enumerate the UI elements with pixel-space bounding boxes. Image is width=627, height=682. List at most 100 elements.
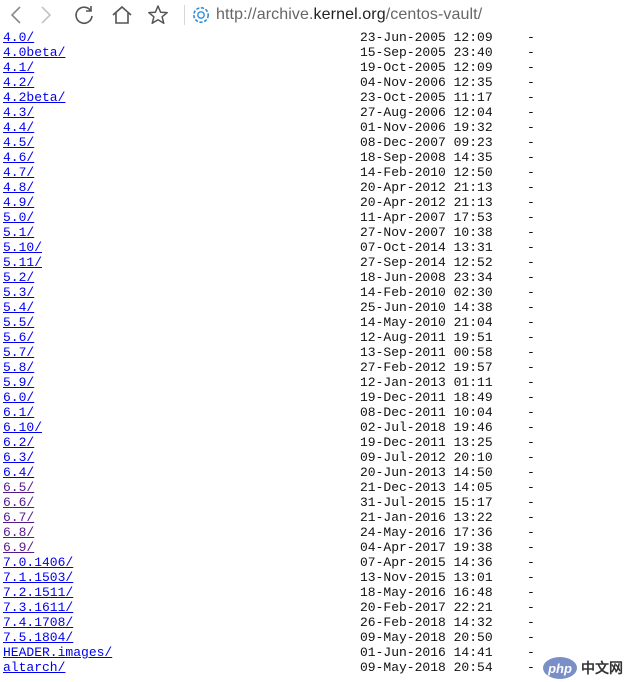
directory-link[interactable]: 4.0/ [3, 30, 34, 45]
directory-link[interactable]: HEADER.images/ [3, 645, 112, 660]
refresh-icon[interactable] [71, 2, 97, 28]
url-protocol: http://archive. [216, 6, 314, 23]
directory-link[interactable]: 7.0.1406/ [3, 555, 73, 570]
modified-date: 01-Jun-2016 14:41 [360, 645, 493, 660]
listing-row: 5.1/27-Nov-2007 10:38 - [0, 225, 627, 240]
directory-link[interactable]: 5.5/ [3, 315, 34, 330]
directory-link[interactable]: 5.7/ [3, 345, 34, 360]
directory-link[interactable]: 4.9/ [3, 195, 34, 210]
star-icon[interactable] [145, 2, 171, 28]
modified-date: 20-Jun-2013 14:50 [360, 465, 493, 480]
directory-link[interactable]: 6.3/ [3, 450, 34, 465]
directory-link[interactable]: 6.0/ [3, 390, 34, 405]
directory-link[interactable]: 5.11/ [3, 255, 42, 270]
file-size: - [527, 180, 535, 195]
directory-link[interactable]: 5.4/ [3, 300, 34, 315]
toolbar-divider [184, 5, 185, 25]
modified-date: 27-Feb-2012 19:57 [360, 360, 493, 375]
directory-link[interactable]: 6.6/ [3, 495, 34, 510]
directory-link[interactable]: 7.1.1503/ [3, 570, 73, 585]
modified-date: 26-Feb-2018 14:32 [360, 615, 493, 630]
modified-date: 13-Sep-2011 00:58 [360, 345, 493, 360]
listing-row: 6.9/04-Apr-2017 19:38 - [0, 540, 627, 555]
file-size: - [527, 195, 535, 210]
directory-listing: 4.0/23-Jun-2005 12:09 - 4.0beta/15-Sep-200… [0, 30, 627, 682]
directory-link[interactable]: 5.10/ [3, 240, 42, 255]
listing-row: 6.0/19-Dec-2011 18:49 - [0, 390, 627, 405]
directory-link[interactable]: 7.5.1804/ [3, 630, 73, 645]
file-size: - [527, 615, 535, 630]
file-size: - [527, 330, 535, 345]
directory-link[interactable]: 5.6/ [3, 330, 34, 345]
address-bar[interactable]: http://archive.kernel.org/centos-vault/ [192, 3, 482, 27]
file-size: - [527, 435, 535, 450]
modified-date: 07-Apr-2015 14:36 [360, 555, 493, 570]
listing-row: 6.4/20-Jun-2013 14:50 - [0, 465, 627, 480]
directory-link[interactable]: 5.2/ [3, 270, 34, 285]
modified-date: 12-Jan-2013 01:11 [360, 375, 493, 390]
directory-link[interactable]: 6.9/ [3, 540, 34, 555]
globe-icon [193, 7, 209, 23]
directory-link[interactable]: 4.6/ [3, 150, 34, 165]
file-size: - [527, 465, 535, 480]
directory-link[interactable]: 5.1/ [3, 225, 34, 240]
listing-row: 5.6/12-Aug-2011 19:51 - [0, 330, 627, 345]
listing-row: 7.2.1511/18-May-2016 16:48 - [0, 585, 627, 600]
directory-link[interactable]: 4.2beta/ [3, 90, 65, 105]
file-size: - [527, 450, 535, 465]
directory-link[interactable]: 6.10/ [3, 420, 42, 435]
directory-link[interactable]: 4.0beta/ [3, 45, 65, 60]
directory-link[interactable]: 6.1/ [3, 405, 34, 420]
listing-row: 5.9/12-Jan-2013 01:11 - [0, 375, 627, 390]
modified-date: 20-Apr-2012 21:13 [360, 180, 493, 195]
url-text: http://archive.kernel.org/centos-vault/ [216, 6, 482, 24]
listing-row: 4.6/18-Sep-2008 14:35 - [0, 150, 627, 165]
modified-date: 18-May-2016 16:48 [360, 585, 493, 600]
directory-link[interactable]: 4.4/ [3, 120, 34, 135]
directory-link[interactable]: 4.3/ [3, 105, 34, 120]
modified-date: 18-Jun-2008 23:34 [360, 270, 493, 285]
file-size: - [527, 345, 535, 360]
file-size: - [527, 480, 535, 495]
back-arrow-icon[interactable] [3, 2, 29, 28]
modified-date: 02-Jul-2018 19:46 [360, 420, 493, 435]
home-icon[interactable] [109, 2, 135, 28]
directory-link[interactable]: 4.2/ [3, 75, 34, 90]
directory-link[interactable]: 6.4/ [3, 465, 34, 480]
directory-link[interactable]: 4.7/ [3, 165, 34, 180]
directory-link[interactable]: 6.2/ [3, 435, 34, 450]
listing-row: 6.1/08-Dec-2011 10:04 - [0, 405, 627, 420]
listing-row: 5.7/13-Sep-2011 00:58 - [0, 345, 627, 360]
directory-link[interactable]: 4.8/ [3, 180, 34, 195]
directory-link[interactable]: 5.8/ [3, 360, 34, 375]
listing-row: 7.0.1406/07-Apr-2015 14:36 - [0, 555, 627, 570]
listing-row: 4.3/27-Aug-2006 12:04 - [0, 105, 627, 120]
directory-link[interactable]: 5.0/ [3, 210, 34, 225]
modified-date: 24-May-2016 17:36 [360, 525, 493, 540]
modified-date: 21-Dec-2013 14:05 [360, 480, 493, 495]
directory-link[interactable]: 5.3/ [3, 285, 34, 300]
php-logo: php [543, 657, 577, 679]
listing-row: 6.5/21-Dec-2013 14:05 - [0, 480, 627, 495]
listing-row: 7.3.1611/20-Feb-2017 22:21 - [0, 600, 627, 615]
file-size: - [527, 495, 535, 510]
forward-arrow-icon[interactable] [33, 2, 59, 28]
listing-row: 6.8/24-May-2016 17:36 - [0, 525, 627, 540]
directory-link[interactable]: altarch/ [3, 660, 65, 675]
directory-link[interactable]: 7.2.1511/ [3, 585, 73, 600]
listing-row: 5.11/27-Sep-2014 12:52 - [0, 255, 627, 270]
file-size: - [527, 75, 535, 90]
directory-link[interactable]: 7.3.1611/ [3, 600, 73, 615]
file-size: - [527, 90, 535, 105]
directory-link[interactable]: 4.1/ [3, 60, 34, 75]
directory-link[interactable]: 6.7/ [3, 510, 34, 525]
directory-link[interactable]: 6.8/ [3, 525, 34, 540]
directory-link[interactable]: 7.4.1708/ [3, 615, 73, 630]
directory-link[interactable]: 6.5/ [3, 480, 34, 495]
file-size: - [527, 585, 535, 600]
file-size: - [527, 375, 535, 390]
listing-row: 4.5/08-Dec-2007 09:23 - [0, 135, 627, 150]
listing-row: 5.4/25-Jun-2010 14:38 - [0, 300, 627, 315]
directory-link[interactable]: 5.9/ [3, 375, 34, 390]
directory-link[interactable]: 4.5/ [3, 135, 34, 150]
